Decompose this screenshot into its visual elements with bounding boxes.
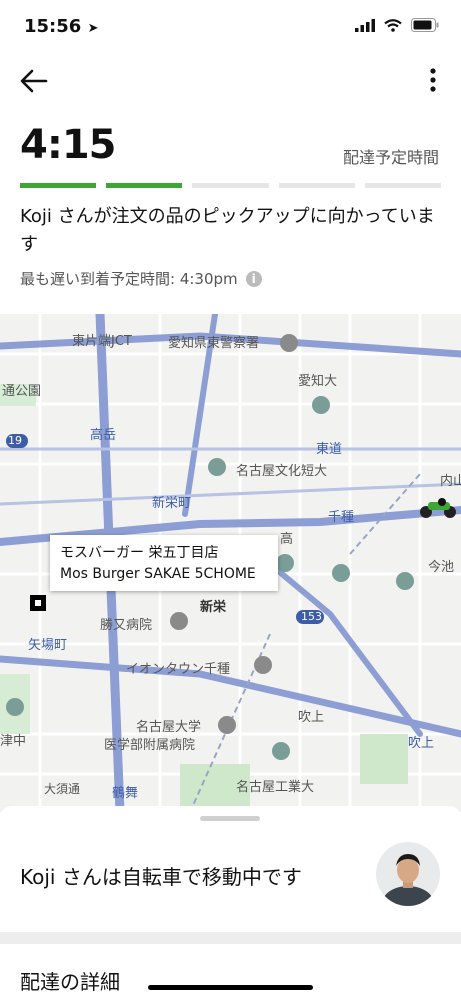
top-bar xyxy=(0,56,461,106)
latest-arrival: 最も遅い到着予定時間: 4:30pm i xyxy=(20,268,262,289)
map-label: 新栄町 xyxy=(152,496,192,511)
map-label: 内山 xyxy=(440,474,461,489)
hospital-icon xyxy=(170,612,188,630)
map-label: 勝又病院 xyxy=(100,618,153,633)
latest-arrival-text: 最も遅い到着予定時間: 4:30pm xyxy=(20,270,238,288)
school-icon xyxy=(208,458,226,476)
delivery-details-title[interactable]: 配達の詳細 xyxy=(20,966,120,995)
school-icon xyxy=(312,396,330,414)
map-label: 東片端JCT xyxy=(72,334,132,349)
map-label: 吹上 xyxy=(408,736,435,751)
status-icons xyxy=(355,18,439,32)
progress-step xyxy=(192,183,269,188)
map-label: 153 xyxy=(301,610,322,623)
progress-step xyxy=(278,183,355,188)
bottom-sheet[interactable]: Koji さんは自転車で移動中です 配達の詳細 xyxy=(0,806,461,1000)
school-icon xyxy=(6,698,24,716)
map-label: 大須通 xyxy=(44,782,81,796)
signal-icon xyxy=(355,18,375,32)
map-label: 新栄 xyxy=(200,600,227,615)
map[interactable]: 東片端JCT 愛知県東警察署 愛知大 通公園 高岳 19 東道 名古屋文化短大 … xyxy=(0,314,461,812)
more-options-icon[interactable] xyxy=(427,66,439,96)
progress-step xyxy=(106,183,183,188)
map-label: 高 xyxy=(280,532,294,547)
battery-icon xyxy=(411,18,439,32)
map-label: 名古屋大学 xyxy=(136,720,202,735)
school-icon xyxy=(272,742,290,760)
map-label: 吹上 xyxy=(298,710,325,725)
eta-label: 配達予定時間 xyxy=(342,148,439,167)
map-label: 医学部附属病院 xyxy=(104,738,196,753)
hospital-icon xyxy=(218,716,236,734)
status-message: Koji さんが注文の品のピックアップに向かっています xyxy=(20,206,435,255)
map-label: 矢場町 xyxy=(28,638,68,653)
map-label: イオンタウン千種 xyxy=(126,662,231,677)
map-label: 津中 xyxy=(0,734,27,749)
map-label: 通公園 xyxy=(2,384,42,399)
map-label: 名古屋工業大 xyxy=(236,780,315,795)
section-divider xyxy=(0,932,461,944)
map-label: 高岳 xyxy=(90,428,117,443)
progress-step xyxy=(20,183,97,188)
store-location-marker[interactable] xyxy=(30,595,46,611)
info-icon[interactable]: i xyxy=(245,270,262,287)
police-icon xyxy=(280,334,298,352)
store-name-ja: モスバーガー 栄五丁目店 xyxy=(60,545,219,561)
wifi-icon xyxy=(384,18,402,32)
status-time-text: 15:56 xyxy=(24,16,82,37)
map-label: 鶴舞 xyxy=(112,786,139,801)
school-icon xyxy=(396,572,414,590)
school-icon xyxy=(276,554,294,572)
courier-avatar[interactable] xyxy=(376,842,440,906)
map-label: 愛知大 xyxy=(298,374,338,389)
map-label: 千種 xyxy=(328,510,355,525)
progress-step xyxy=(364,183,442,188)
shopping-icon xyxy=(254,656,272,674)
store-popup[interactable]: モスバーガー 栄五丁目店 Mos Burger SAKAE 5CHOME xyxy=(50,535,278,591)
eta-time: 4:15 xyxy=(20,122,116,168)
sheet-drag-handle[interactable] xyxy=(200,816,260,821)
back-arrow-icon[interactable] xyxy=(18,66,52,96)
school-icon xyxy=(332,564,350,582)
avatar-photo xyxy=(376,842,440,906)
home-indicator[interactable] xyxy=(148,985,313,990)
map-label: 東道 xyxy=(316,442,343,457)
map-label: 愛知県東警察署 xyxy=(168,336,260,351)
status-bar: 15:56 ➤ xyxy=(0,0,461,50)
map-label: 名古屋文化短大 xyxy=(236,464,328,479)
map-label: 今池 xyxy=(428,560,455,575)
status-time: 15:56 ➤ xyxy=(24,16,98,37)
map-label: 19 xyxy=(8,434,22,447)
delivery-progress-bar xyxy=(20,183,442,188)
courier-bike-icon xyxy=(420,498,456,518)
location-arrow-icon: ➤ xyxy=(87,21,99,36)
store-name-en: Mos Burger SAKAE 5CHOME xyxy=(60,566,256,582)
courier-status: Koji さんは自転車で移動中です xyxy=(20,865,302,889)
